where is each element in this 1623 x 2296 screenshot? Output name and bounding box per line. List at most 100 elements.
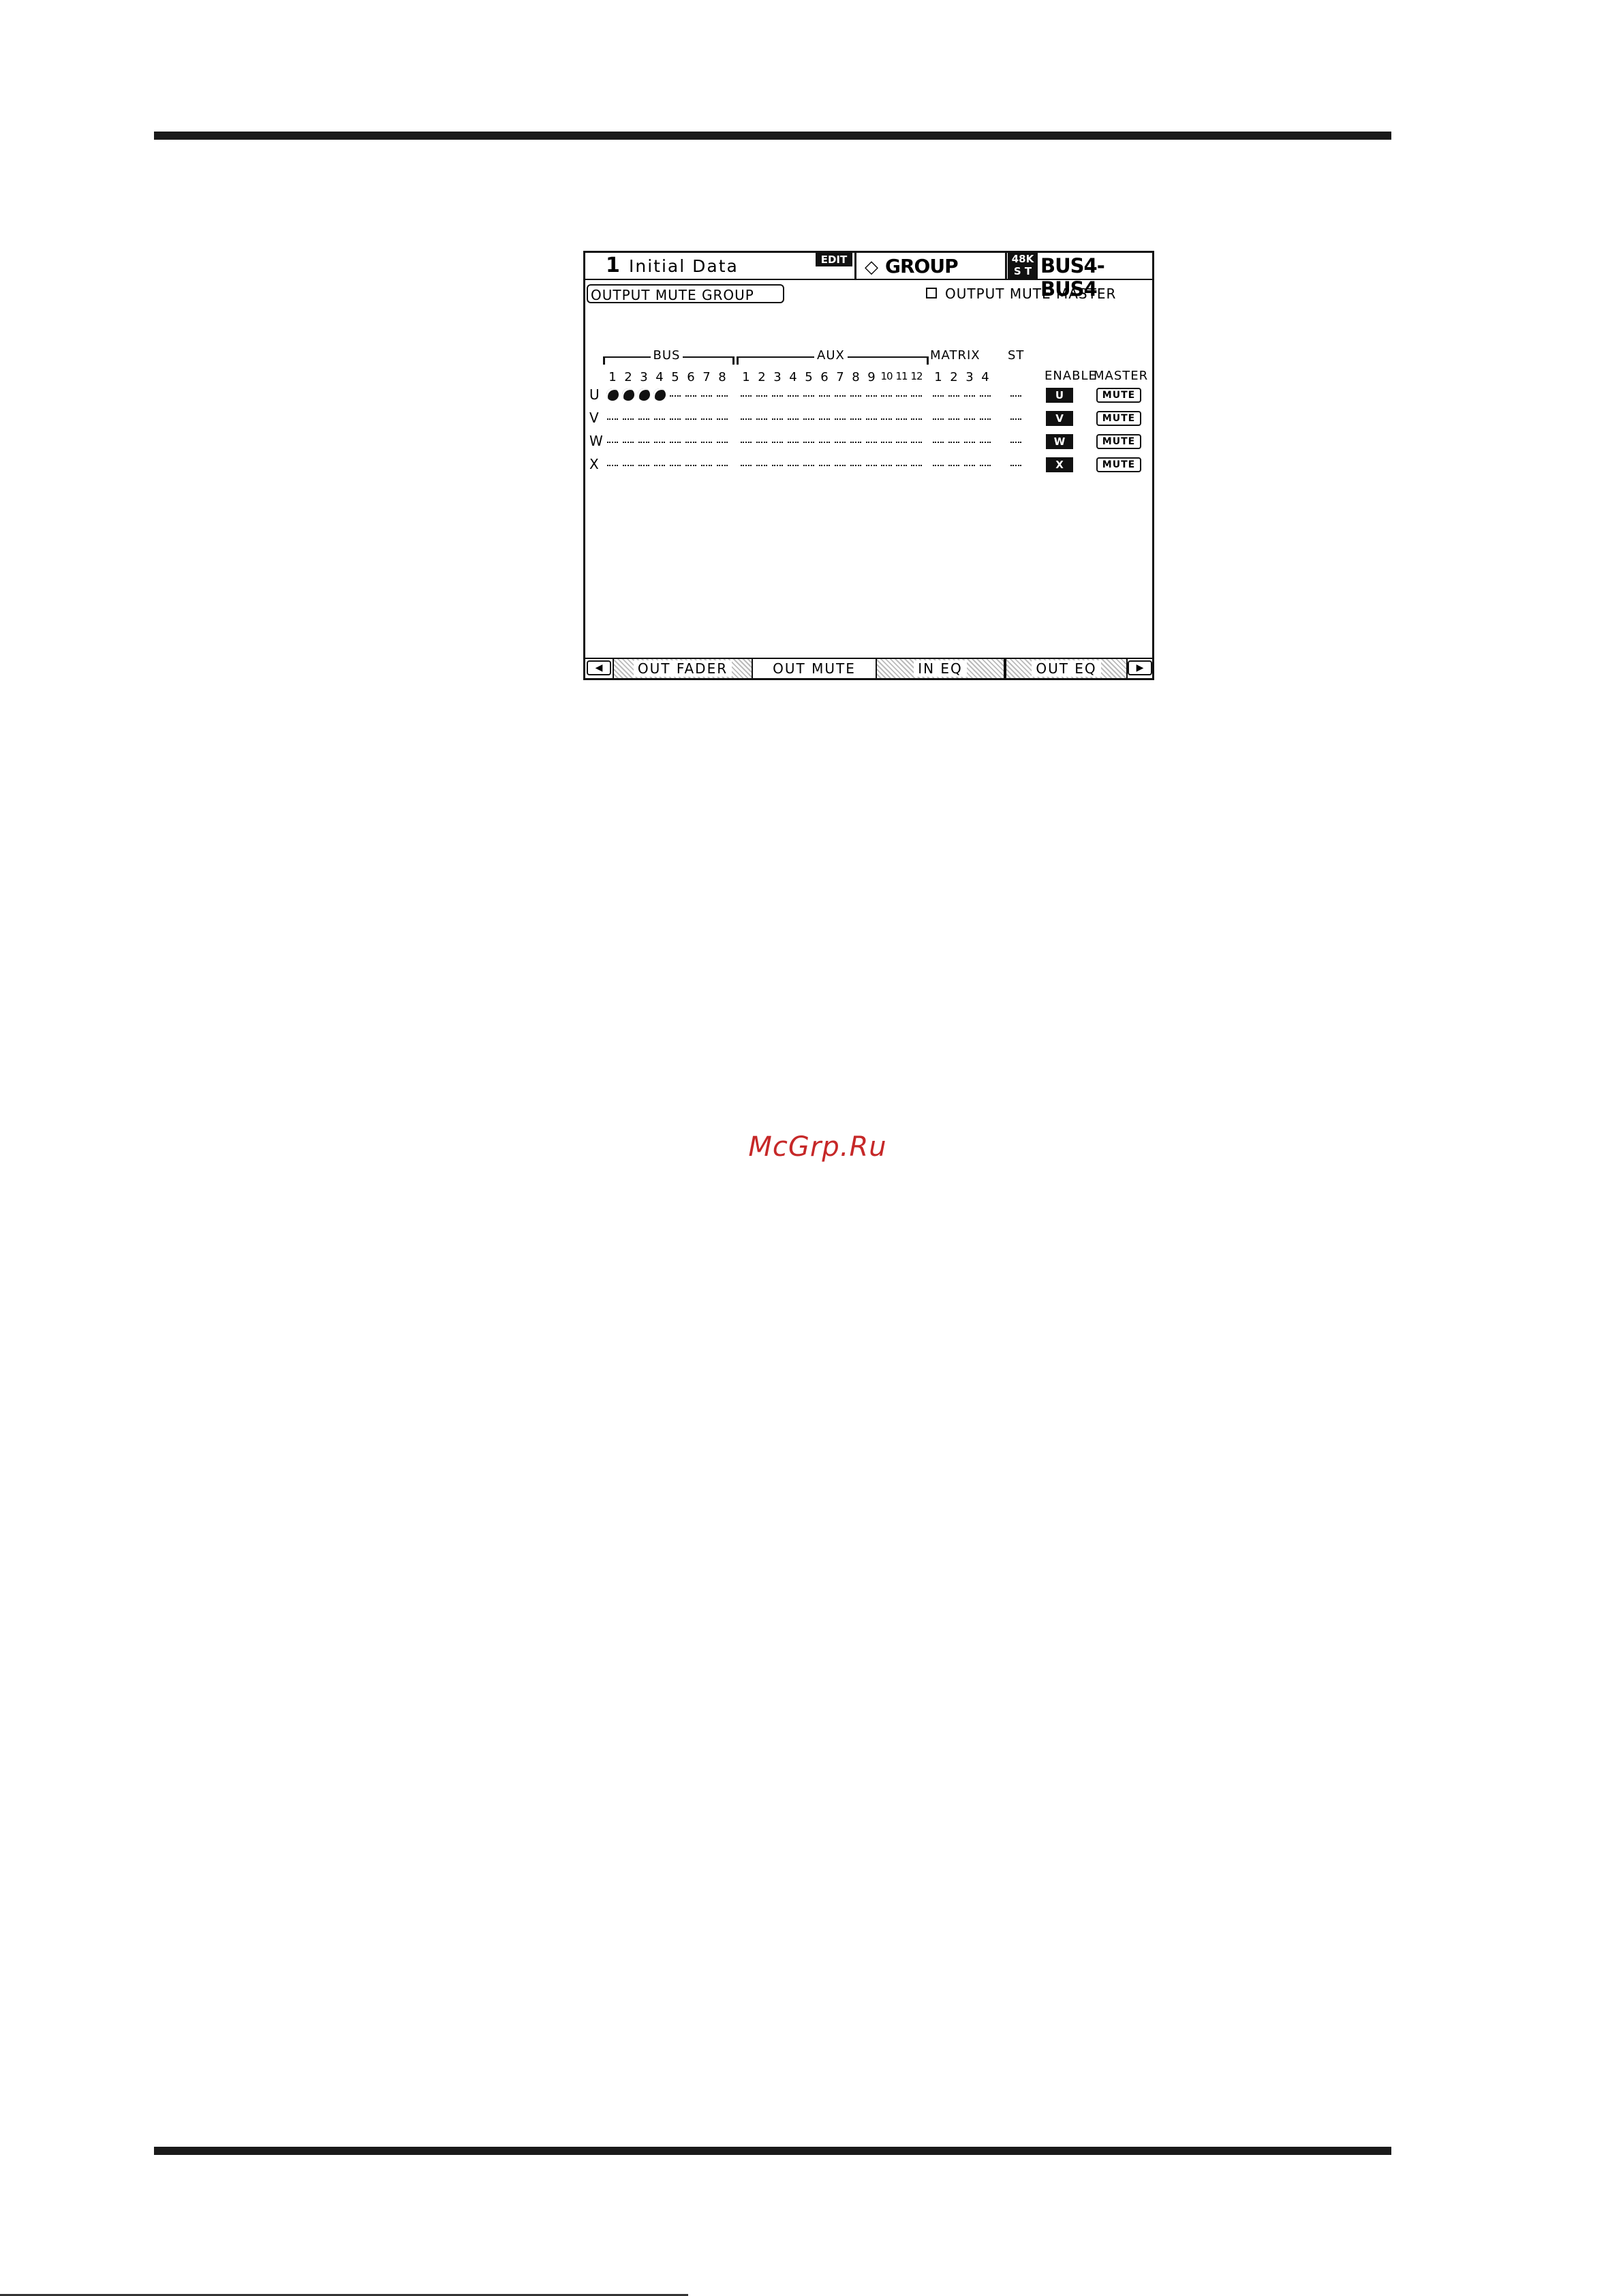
enable-button-w[interactable]: W bbox=[1046, 434, 1073, 449]
master-mute-button-w[interactable]: MUTE bbox=[1096, 434, 1141, 449]
group-cell[interactable] bbox=[755, 434, 769, 448]
group-cell[interactable] bbox=[849, 457, 863, 471]
group-cell[interactable] bbox=[621, 411, 635, 425]
group-cell[interactable] bbox=[668, 388, 682, 401]
group-cell[interactable] bbox=[700, 434, 713, 448]
group-cell[interactable] bbox=[606, 411, 619, 425]
group-cell[interactable] bbox=[849, 411, 863, 425]
group-cell[interactable] bbox=[947, 434, 961, 448]
group-cell[interactable] bbox=[606, 457, 619, 471]
group-cell[interactable] bbox=[833, 457, 847, 471]
group-cell[interactable] bbox=[910, 388, 923, 401]
group-cell[interactable] bbox=[653, 434, 666, 448]
group-cell[interactable] bbox=[684, 457, 698, 471]
group-cell[interactable] bbox=[739, 457, 753, 471]
group-cell[interactable] bbox=[802, 388, 816, 401]
tab-in-eq[interactable]: IN EQ bbox=[876, 659, 1005, 678]
group-cell[interactable] bbox=[637, 457, 651, 471]
group-cell[interactable] bbox=[833, 434, 847, 448]
group-cell[interactable] bbox=[963, 411, 976, 425]
group-cell[interactable] bbox=[786, 457, 800, 471]
group-cell[interactable] bbox=[1009, 434, 1023, 448]
group-cell[interactable] bbox=[880, 434, 893, 448]
group-cell[interactable] bbox=[668, 434, 682, 448]
group-cell[interactable] bbox=[895, 434, 908, 448]
group-cell[interactable] bbox=[910, 457, 923, 471]
group-cell[interactable] bbox=[802, 434, 816, 448]
group-cell[interactable] bbox=[1009, 388, 1023, 401]
group-cell[interactable] bbox=[771, 388, 784, 401]
tab-out-mute[interactable]: OUT MUTE bbox=[753, 659, 876, 678]
group-cell[interactable] bbox=[963, 388, 976, 401]
group-cell[interactable] bbox=[700, 388, 713, 401]
group-cell[interactable] bbox=[739, 388, 753, 401]
group-cell[interactable] bbox=[978, 457, 992, 471]
group-cell[interactable] bbox=[833, 411, 847, 425]
group-cell[interactable] bbox=[880, 388, 893, 401]
tab-prev-button[interactable]: ◀ bbox=[587, 660, 611, 675]
tab-next-button[interactable]: ▶ bbox=[1128, 660, 1152, 675]
group-cell[interactable] bbox=[931, 457, 945, 471]
enable-button-x[interactable]: X bbox=[1046, 457, 1073, 472]
group-cell[interactable] bbox=[637, 388, 651, 401]
group-cell[interactable] bbox=[668, 457, 682, 471]
group-cell[interactable] bbox=[849, 388, 863, 401]
group-cell[interactable] bbox=[715, 457, 729, 471]
group-cell[interactable] bbox=[637, 411, 651, 425]
group-cell[interactable] bbox=[739, 434, 753, 448]
group-cell[interactable] bbox=[978, 411, 992, 425]
group-cell[interactable] bbox=[684, 388, 698, 401]
group-cell[interactable] bbox=[653, 388, 666, 401]
group-cell[interactable] bbox=[880, 457, 893, 471]
group-cell[interactable] bbox=[895, 411, 908, 425]
group-cell[interactable] bbox=[739, 411, 753, 425]
group-cell[interactable] bbox=[755, 388, 769, 401]
group-cell[interactable] bbox=[895, 457, 908, 471]
group-cell[interactable] bbox=[931, 388, 945, 401]
enable-button-u[interactable]: U bbox=[1046, 388, 1073, 403]
group-cell[interactable] bbox=[653, 457, 666, 471]
group-cell[interactable] bbox=[1009, 457, 1023, 471]
group-cell[interactable] bbox=[668, 411, 682, 425]
master-mute-button-x[interactable]: MUTE bbox=[1096, 457, 1141, 472]
group-cell[interactable] bbox=[947, 388, 961, 401]
group-cell[interactable] bbox=[621, 457, 635, 471]
group-cell[interactable] bbox=[715, 434, 729, 448]
group-cell[interactable] bbox=[802, 411, 816, 425]
group-cell[interactable] bbox=[818, 457, 831, 471]
group-cell[interactable] bbox=[771, 434, 784, 448]
group-cell[interactable] bbox=[621, 434, 635, 448]
group-cell[interactable] bbox=[865, 457, 878, 471]
group-cell[interactable] bbox=[910, 411, 923, 425]
group-cell[interactable] bbox=[786, 411, 800, 425]
master-mute-button-u[interactable]: MUTE bbox=[1096, 388, 1141, 403]
group-cell[interactable] bbox=[715, 388, 729, 401]
group-cell[interactable] bbox=[880, 411, 893, 425]
group-cell[interactable] bbox=[865, 411, 878, 425]
group-cell[interactable] bbox=[865, 434, 878, 448]
group-cell[interactable] bbox=[963, 434, 976, 448]
group-cell[interactable] bbox=[621, 388, 635, 401]
group-cell[interactable] bbox=[931, 434, 945, 448]
group-cell[interactable] bbox=[771, 411, 784, 425]
group-cell[interactable] bbox=[606, 434, 619, 448]
tab-out-fader[interactable]: OUT FADER bbox=[613, 659, 753, 678]
enable-button-v[interactable]: V bbox=[1046, 411, 1073, 426]
group-cell[interactable] bbox=[684, 411, 698, 425]
group-cell[interactable] bbox=[947, 411, 961, 425]
scene-display[interactable]: 1 Initial Data EDIT bbox=[585, 253, 856, 279]
group-cell[interactable] bbox=[786, 434, 800, 448]
group-cell[interactable] bbox=[931, 411, 945, 425]
group-cell[interactable] bbox=[910, 434, 923, 448]
group-cell[interactable] bbox=[755, 457, 769, 471]
group-cell[interactable] bbox=[895, 388, 908, 401]
group-cell[interactable] bbox=[947, 457, 961, 471]
group-cell[interactable] bbox=[700, 457, 713, 471]
master-mute-button-v[interactable]: MUTE bbox=[1096, 411, 1141, 426]
group-cell[interactable] bbox=[700, 411, 713, 425]
group-cell[interactable] bbox=[802, 457, 816, 471]
group-cell[interactable] bbox=[849, 434, 863, 448]
group-cell[interactable] bbox=[818, 388, 831, 401]
group-cell[interactable] bbox=[818, 434, 831, 448]
output-mute-master-checkbox[interactable] bbox=[926, 288, 937, 299]
